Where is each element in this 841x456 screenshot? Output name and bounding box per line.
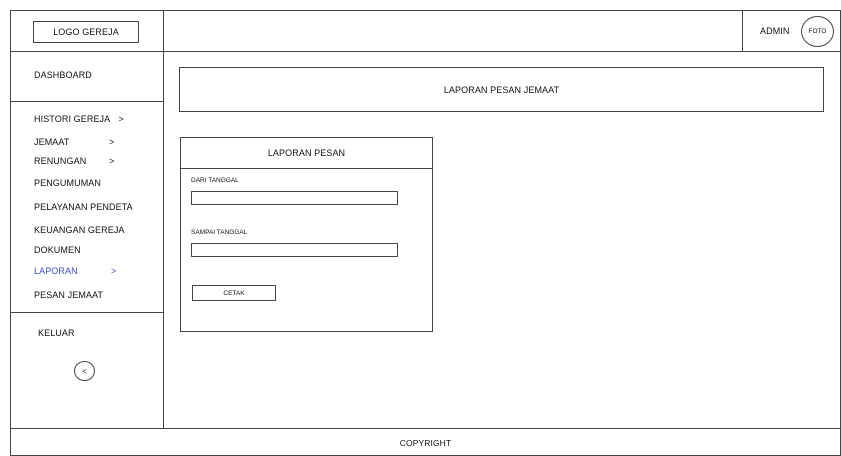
sidebar-item-dashboard[interactable]: DASHBOARD xyxy=(34,70,92,80)
sidebar-item-label: LAPORAN xyxy=(34,266,78,276)
chevron-left-icon: < xyxy=(82,366,87,376)
footer-divider xyxy=(10,428,841,429)
sidebar-item-laporan[interactable]: LAPORAN > xyxy=(34,266,134,276)
print-button[interactable]: CETAK xyxy=(192,285,276,301)
sidebar-item-jemaat[interactable]: JEMAAT > xyxy=(34,137,134,147)
logo-label: LOGO GEREJA xyxy=(53,27,119,37)
chevron-right-icon: > xyxy=(109,156,115,166)
header-divider xyxy=(10,51,841,52)
header-user-divider xyxy=(742,10,743,51)
page-title-box: LAPORAN PESAN JEMAAT xyxy=(179,67,824,112)
sidebar-item-histori-gereja[interactable]: HISTORI GEREJA > xyxy=(34,114,124,124)
from-date-input[interactable] xyxy=(191,191,398,205)
sidebar-item-pelayanan-pendeta[interactable]: PELAYANAN PENDETA xyxy=(34,202,133,212)
sidebar-divider-bottom xyxy=(10,312,163,313)
sidebar-divider xyxy=(163,10,164,428)
chevron-right-icon: > xyxy=(109,137,115,147)
sidebar-item-pengumuman[interactable]: PENGUMUMAN xyxy=(34,178,101,188)
avatar-label: FOTO xyxy=(808,28,827,35)
user-name: ADMIN xyxy=(760,26,790,36)
logout-link[interactable]: KELUAR xyxy=(38,328,75,338)
sidebar-item-label: JEMAAT xyxy=(34,137,70,147)
chevron-right-icon: > xyxy=(118,114,124,124)
sidebar-item-label: PENGUMUMAN xyxy=(34,178,102,188)
sidebar-item-label: KEUANGAN GEREJA xyxy=(34,225,125,235)
card-header-divider xyxy=(180,168,433,169)
to-date-label: SAMPAI TANGGAL xyxy=(191,229,248,236)
sidebar-item-pesan-jemaat[interactable]: PESAN JEMAAT xyxy=(34,290,103,300)
sidebar-item-label: RENUNGAN xyxy=(34,156,87,166)
sidebar-item-label: PESAN JEMAAT xyxy=(34,290,104,300)
footer: COPYRIGHT xyxy=(10,430,841,456)
page-title: LAPORAN PESAN JEMAAT xyxy=(443,84,560,95)
from-date-label: DARI TANGGAL xyxy=(191,177,239,184)
avatar[interactable]: FOTO xyxy=(801,16,834,47)
sidebar-divider-top xyxy=(10,101,163,102)
chevron-right-icon: > xyxy=(111,266,117,276)
copyright-text: COPYRIGHT xyxy=(399,438,452,448)
print-button-label: CETAK xyxy=(223,289,245,297)
logo[interactable]: LOGO GEREJA xyxy=(33,21,139,43)
sidebar-item-label: DOKUMEN xyxy=(34,245,81,255)
collapse-sidebar-button[interactable]: < xyxy=(74,361,95,381)
sidebar-item-renungan[interactable]: RENUNGAN > xyxy=(34,156,134,166)
sidebar-item-keuangan-gereja[interactable]: KEUANGAN GEREJA xyxy=(34,225,125,235)
card-title-text: LAPORAN PESAN xyxy=(267,147,346,158)
sidebar-item-label: PELAYANAN PENDETA xyxy=(34,202,133,212)
card-title: LAPORAN PESAN xyxy=(180,137,433,168)
sidebar-item-dokumen[interactable]: DOKUMEN xyxy=(34,245,81,255)
sidebar-item-label: HISTORI GEREJA xyxy=(34,114,110,124)
to-date-input[interactable] xyxy=(191,243,398,257)
